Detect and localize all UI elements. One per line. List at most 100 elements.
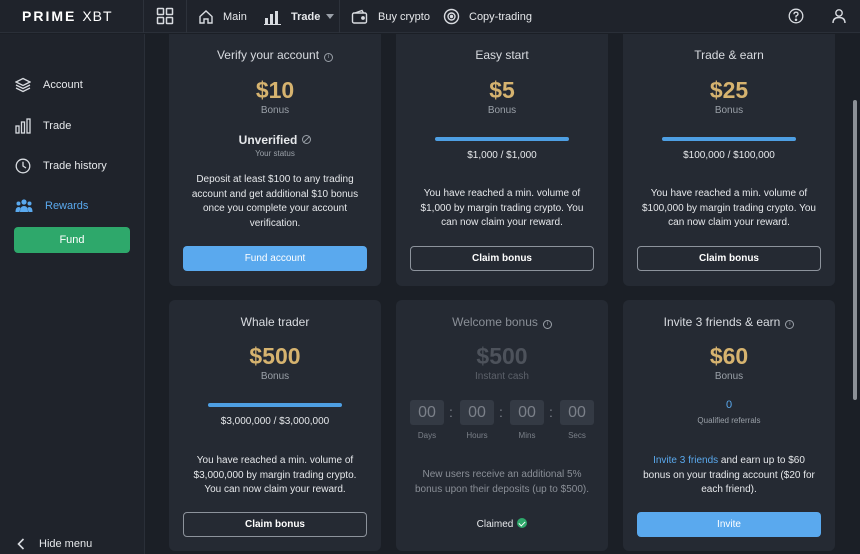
- referrals-count: 0: [725, 399, 733, 411]
- chevron-left-icon: [17, 538, 25, 550]
- invite-friends-link[interactable]: Invite 3 friends: [653, 455, 718, 466]
- divider: [143, 0, 144, 33]
- nav-copy-trading-label: Copy-trading: [469, 10, 532, 23]
- timer-hours: 00: [460, 400, 494, 425]
- claim-bonus-button[interactable]: Claim bonus: [637, 246, 821, 271]
- sidebar-item-label: Trade: [43, 120, 72, 132]
- nav-copy-trading[interactable]: Copy-trading: [443, 0, 532, 33]
- progress-bar: [435, 137, 569, 141]
- content-gutter: [146, 34, 154, 554]
- sidebar-item-trade[interactable]: Trade: [15, 116, 71, 136]
- reward-card-invite-friends: Invite 3 friends & earn i $60 Bonus 0 Qua…: [623, 300, 835, 551]
- card-title: Whale trader: [240, 315, 310, 329]
- sidebar-item-trade-history[interactable]: Trade history: [15, 156, 107, 176]
- check-icon: [517, 518, 528, 528]
- hide-menu-button[interactable]: Hide menu: [17, 538, 92, 550]
- bonus-label: Bonus: [714, 371, 744, 382]
- claim-bonus-button[interactable]: Claim bonus: [183, 512, 367, 537]
- card-title: Trade & earn: [694, 48, 764, 62]
- timer-days: 00: [410, 400, 444, 425]
- card-description: You have reached a min. volume of $3,000…: [193, 455, 357, 495]
- progress-text: $3,000,000 / $3,000,000: [220, 416, 330, 427]
- user-icon[interactable]: [831, 8, 847, 24]
- reward-card-whale-trader: Whale trader $500 Bonus $3,000,000 / $3,…: [169, 300, 381, 551]
- home-icon: [199, 9, 213, 24]
- bonus-label: Bonus: [260, 105, 290, 116]
- scrollbar-thumb[interactable]: [853, 100, 857, 400]
- wallet-icon: [351, 9, 368, 24]
- bonus-label: Bonus: [714, 105, 744, 116]
- card-description: You have reached a min. volume of $1,000…: [420, 188, 584, 228]
- top-bar: PRIME XBT Main Trade Buy crypto Copy-tra…: [0, 0, 860, 33]
- reward-card-verify: Verify your account i $10 Bonus Unverifie…: [169, 34, 381, 286]
- bar-chart-icon: [15, 118, 31, 134]
- bonus-amount: $25: [709, 77, 749, 103]
- apps-grid-icon[interactable]: [156, 7, 174, 25]
- nav-main[interactable]: Main: [198, 0, 247, 33]
- sidebar-item-label: Trade history: [43, 160, 107, 172]
- nav-trade-label: Trade: [291, 10, 321, 23]
- reward-card-welcome-bonus: Welcome bonus i $500 Instant cash 00 : 00…: [396, 300, 608, 551]
- timer-label: Hours: [466, 431, 488, 440]
- fund-button[interactable]: Fund: [14, 227, 130, 253]
- bonus-label: Bonus: [487, 105, 517, 116]
- layers-icon: [15, 77, 31, 93]
- card-title: Easy start: [475, 48, 529, 62]
- logo[interactable]: PRIME XBT: [22, 8, 113, 24]
- sidebar: Account Trade Trade history Rewards Fund…: [0, 34, 145, 554]
- bonus-label: Bonus: [260, 371, 290, 382]
- progress-text: $100,000 / $100,000: [683, 150, 775, 161]
- fund-account-button[interactable]: Fund account: [183, 246, 367, 271]
- progress-bar: [662, 137, 796, 141]
- sidebar-item-label: Account: [43, 79, 83, 91]
- card-title: Verify your account i: [169, 48, 381, 62]
- cancel-icon: [302, 135, 312, 144]
- sidebar-item-account[interactable]: Account: [15, 75, 83, 95]
- logo-prime: PRIME: [22, 8, 77, 24]
- bonus-amount: $10: [255, 77, 295, 103]
- sidebar-item-rewards[interactable]: Rewards: [15, 196, 88, 216]
- nav-main-label: Main: [223, 10, 247, 23]
- timer-label: Secs: [568, 431, 586, 440]
- invite-button[interactable]: Invite: [637, 512, 821, 537]
- bonus-amount: $500: [249, 343, 301, 369]
- claim-bonus-button[interactable]: Claim bonus: [410, 246, 594, 271]
- nav-trade[interactable]: Trade: [264, 0, 335, 33]
- info-icon[interactable]: i: [785, 320, 795, 329]
- claimed-status: Claimed: [396, 518, 608, 530]
- info-icon[interactable]: i: [324, 53, 334, 62]
- timer-label: Days: [417, 431, 437, 440]
- progress-text: $1,000 / $1,000: [467, 150, 537, 161]
- timer-separator: :: [499, 404, 503, 420]
- reward-card-easy-start: Easy start $5 Bonus $1,000 / $1,000 You …: [396, 34, 608, 286]
- nav-buy-crypto-label: Buy crypto: [378, 10, 430, 23]
- bonus-label: Instant cash: [475, 371, 529, 382]
- timer-separator: :: [549, 404, 553, 420]
- users-icon: [15, 199, 33, 212]
- card-description: You have reached a min. volume of $100,0…: [641, 188, 816, 228]
- chevron-down-icon: [326, 14, 335, 19]
- bar-chart-icon: [264, 10, 281, 25]
- divider: [186, 0, 187, 33]
- logo-xbt: XBT: [82, 8, 113, 24]
- help-icon[interactable]: [788, 8, 804, 24]
- nav-buy-crypto[interactable]: Buy crypto: [351, 0, 430, 33]
- bonus-amount: $60: [709, 343, 749, 369]
- timer-secs: 00: [560, 400, 594, 425]
- timer-mins: 00: [510, 400, 544, 425]
- timer-separator: :: [449, 404, 453, 420]
- divider: [339, 0, 340, 33]
- bonus-amount: $5: [489, 77, 515, 103]
- status-label: Your status: [255, 149, 295, 158]
- reward-card-trade-earn: Trade & earn $25 Bonus $100,000 / $100,0…: [623, 34, 835, 286]
- hide-menu-label: Hide menu: [39, 538, 93, 550]
- card-description: Invite 3 friends and earn up to $60 bonu…: [643, 455, 815, 495]
- referrals-label: Qualified referrals: [697, 416, 761, 425]
- verification-status: Unverified: [169, 133, 381, 147]
- card-description: New users receive an additional 5% bonus…: [414, 469, 589, 495]
- bonus-amount: $500: [476, 343, 528, 369]
- progress-bar: [208, 403, 342, 407]
- sidebar-item-label: Rewards: [45, 200, 89, 212]
- card-title: Welcome bonus i: [396, 315, 608, 329]
- info-icon[interactable]: i: [542, 320, 552, 329]
